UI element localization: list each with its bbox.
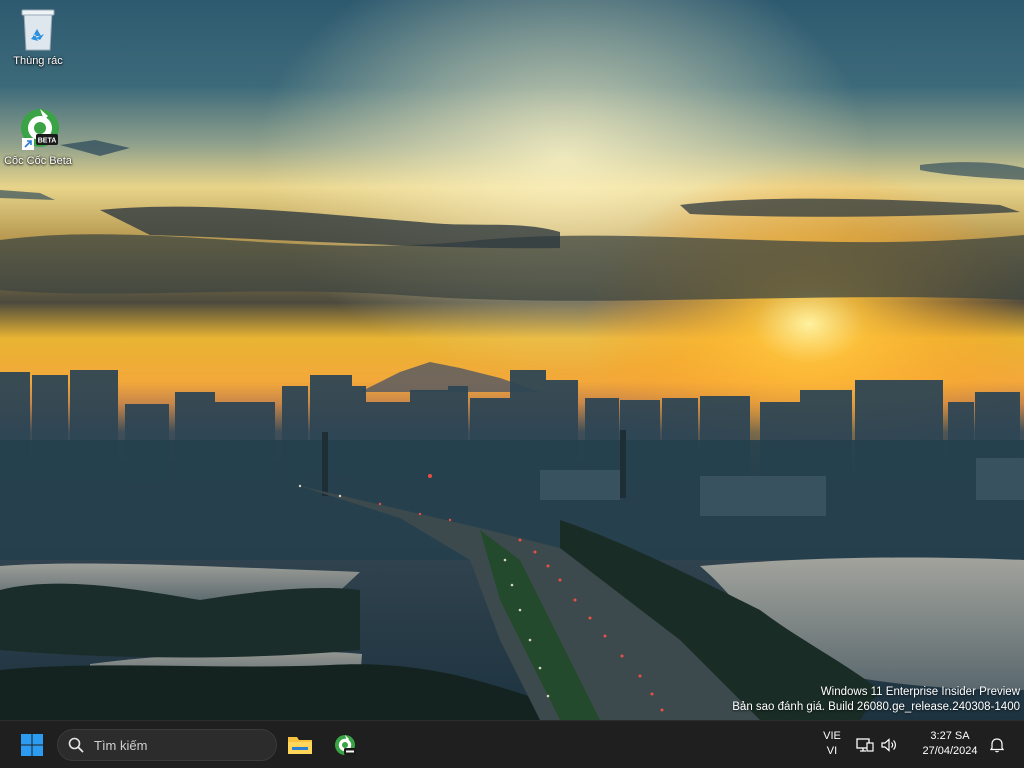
desktop-icon-label: Cốc Cốc Beta	[4, 155, 72, 167]
coccoc-taskbar-button[interactable]	[325, 725, 365, 765]
desktop-wallpaper	[0, 0, 1024, 720]
notification-button[interactable]	[986, 733, 1008, 757]
desktop-icon-label: Thùng rác	[13, 55, 63, 67]
evaluation-watermark: Windows 11 Enterprise Insider Preview Bả…	[732, 685, 1020, 715]
search-icon	[68, 737, 84, 753]
coccoc-beta-icon: BETA	[21, 109, 59, 150]
recycle-bin-icon	[21, 9, 55, 51]
taskbar-search-box[interactable]: Tìm kiếm	[57, 729, 277, 761]
clock-time: 3:27 SA	[930, 730, 970, 742]
network-icon[interactable]	[856, 737, 874, 753]
beta-badge: BETA	[38, 138, 57, 145]
language-primary: VIE	[823, 730, 841, 742]
file-explorer-icon	[288, 737, 312, 754]
volume-icon[interactable]	[880, 737, 898, 753]
clock-date: 27/04/2024	[922, 745, 978, 757]
input-language-indicator[interactable]: VIE VI	[816, 727, 848, 765]
language-secondary: VI	[826, 745, 838, 757]
bell-icon	[990, 738, 1004, 753]
taskbar: Tìm kiếm VIE VI 3:27 SA 27/04/2024	[0, 720, 1024, 768]
desktop-icon-coccoc-beta[interactable]: BETA Cốc Cốc Beta	[0, 106, 76, 167]
file-explorer-button[interactable]	[280, 725, 320, 765]
desktop-icon-recycle-bin[interactable]: Thùng rác	[0, 8, 76, 67]
system-tray[interactable]	[856, 731, 898, 759]
search-placeholder: Tìm kiếm	[94, 737, 148, 753]
start-button[interactable]	[12, 725, 52, 765]
coccoc-beta-icon	[335, 735, 356, 755]
watermark-build: Bản sao đánh giá. Build 26080.ge_release…	[732, 701, 1020, 713]
taskbar-clock[interactable]: 3:27 SA 27/04/2024	[912, 727, 988, 759]
start-icon	[21, 734, 43, 756]
watermark-edition: Windows 11 Enterprise Insider Preview	[820, 686, 1020, 698]
